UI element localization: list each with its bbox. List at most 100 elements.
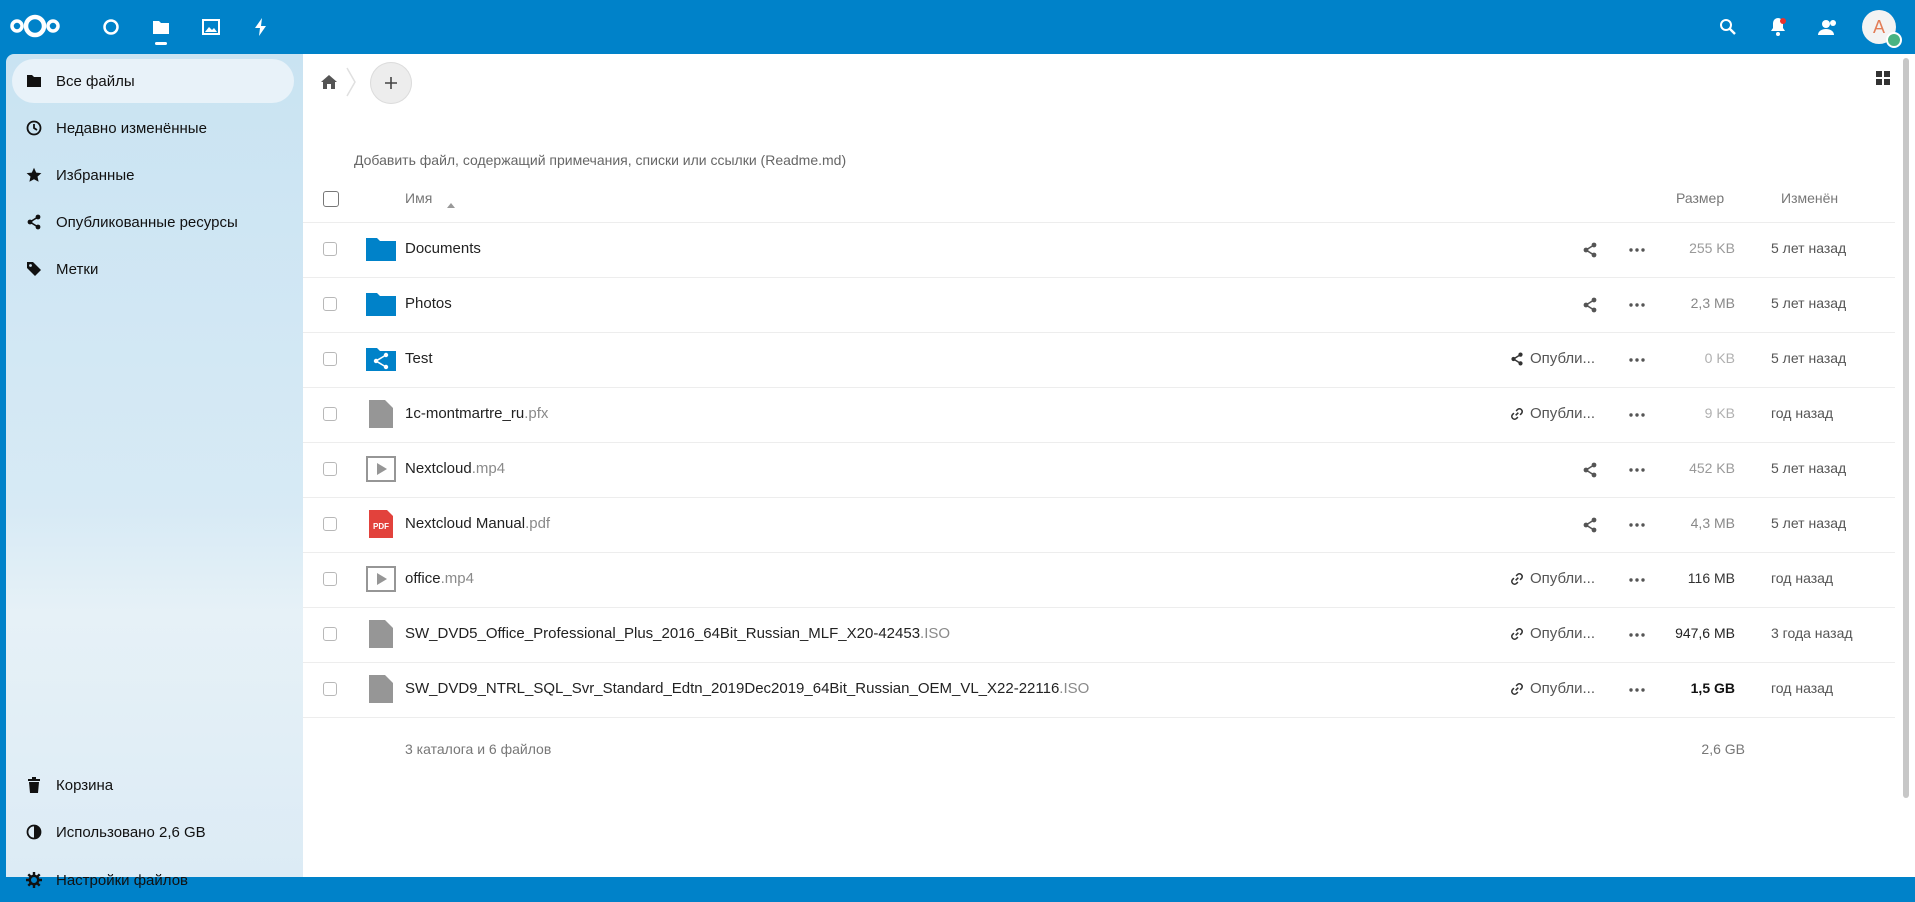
column-modified-header[interactable]: Изменён xyxy=(1781,190,1838,206)
sidebar-item-quota[interactable]: Использовано 2,6 GB xyxy=(12,810,294,854)
search-icon[interactable] xyxy=(1714,14,1742,40)
sidebar-item-label: Все файлы xyxy=(56,72,135,90)
sidebar-item-settings[interactable]: Настройки файлов xyxy=(12,858,294,902)
row-checkbox[interactable] xyxy=(323,627,337,641)
shared-status[interactable]: Опубли... xyxy=(1510,570,1595,587)
file-modified: год назад xyxy=(1771,570,1834,586)
more-actions-icon[interactable] xyxy=(1627,625,1647,645)
grid-view-toggle-icon[interactable] xyxy=(1873,68,1893,88)
share-icon xyxy=(12,214,56,230)
table-row[interactable]: Photos 2,3 MB 5 лет назад xyxy=(303,277,1895,333)
table-row[interactable]: Documents 255 KB 5 лет назад xyxy=(303,222,1895,278)
file-name[interactable]: Test xyxy=(405,350,433,367)
folder-icon xyxy=(366,293,396,316)
link-icon xyxy=(1511,682,1523,695)
column-size-header[interactable]: Размер xyxy=(1676,190,1724,206)
file-name[interactable]: Nextcloud.mp4 xyxy=(405,460,505,477)
row-checkbox[interactable] xyxy=(323,572,337,586)
shared-status[interactable]: Опубли... xyxy=(1510,625,1595,642)
file-name[interactable]: SW_DVD5_Office_Professional_Plus_2016_64… xyxy=(405,625,950,642)
sort-ascending-icon[interactable] xyxy=(447,195,455,213)
file-icon xyxy=(369,675,393,703)
file-size: 9 KB xyxy=(1704,405,1735,421)
sidebar-item-favorites[interactable]: Избранные xyxy=(12,153,294,197)
table-row[interactable]: SW_DVD5_Office_Professional_Plus_2016_64… xyxy=(303,607,1895,663)
more-actions-icon[interactable] xyxy=(1627,570,1647,590)
file-name[interactable]: Photos xyxy=(405,295,452,312)
file-icon xyxy=(369,620,393,648)
row-checkbox[interactable] xyxy=(323,407,337,421)
link-icon xyxy=(1511,572,1523,585)
share-icon[interactable] xyxy=(1582,242,1598,258)
video-file-icon xyxy=(366,456,396,482)
shared-status[interactable]: Опубли... xyxy=(1510,680,1595,697)
file-modified: 5 лет назад xyxy=(1771,295,1847,311)
more-actions-icon[interactable] xyxy=(1627,680,1647,700)
notifications-bell-icon[interactable] xyxy=(1764,14,1792,40)
row-checkbox[interactable] xyxy=(323,242,337,256)
app-photos-image-icon[interactable] xyxy=(196,14,226,40)
share-icon[interactable] xyxy=(1582,517,1598,533)
shared-folder-icon xyxy=(366,348,396,371)
scrollbar[interactable] xyxy=(1895,54,1915,877)
contacts-icon[interactable] xyxy=(1814,14,1842,40)
breadcrumb-home-icon[interactable] xyxy=(317,70,341,94)
more-actions-icon[interactable] xyxy=(1627,295,1647,315)
readme-hint[interactable]: Добавить файл, содержащий примечания, сп… xyxy=(354,152,846,168)
shared-status[interactable]: Опубли... xyxy=(1510,350,1595,367)
table-row[interactable]: Nextcloud.mp4 452 KB 5 лет назад xyxy=(303,442,1895,498)
file-name[interactable]: SW_DVD9_NTRL_SQL_Svr_Standard_Edtn_2019D… xyxy=(405,680,1089,697)
pdf-badge: PDF xyxy=(373,522,389,531)
column-name-header[interactable]: Имя xyxy=(405,190,432,206)
row-checkbox[interactable] xyxy=(323,462,337,476)
share-icon[interactable] xyxy=(1582,462,1598,478)
row-checkbox[interactable] xyxy=(323,517,337,531)
app-files-folder-icon[interactable] xyxy=(146,14,176,40)
file-size: 452 KB xyxy=(1689,460,1735,476)
active-app-indicator xyxy=(155,42,167,45)
nextcloud-logo-icon[interactable] xyxy=(10,12,60,45)
more-actions-icon[interactable] xyxy=(1627,350,1647,370)
app-dashboard-circle-icon[interactable] xyxy=(96,14,126,40)
more-actions-icon[interactable] xyxy=(1627,515,1647,535)
file-name[interactable]: Nextcloud Manual.pdf xyxy=(405,515,550,532)
link-icon xyxy=(1511,627,1523,640)
sidebar-item-all-files[interactable]: Все файлы xyxy=(12,59,294,103)
row-checkbox[interactable] xyxy=(323,352,337,366)
sidebar-item-tags[interactable]: Метки xyxy=(12,247,294,291)
online-status-dot xyxy=(1886,32,1902,48)
file-name[interactable]: Documents xyxy=(405,240,481,257)
scrollbar-thumb[interactable] xyxy=(1903,58,1909,798)
file-modified: 5 лет назад xyxy=(1771,515,1847,531)
table-row[interactable]: Test Опубли... 0 KB 5 лет назад xyxy=(303,332,1895,388)
select-all-checkbox[interactable] xyxy=(323,191,339,207)
more-actions-icon[interactable] xyxy=(1627,240,1647,260)
sidebar-item-shares[interactable]: Опубликованные ресурсы xyxy=(12,200,294,244)
share-icon[interactable] xyxy=(1582,297,1598,313)
row-checkbox[interactable] xyxy=(323,297,337,311)
app-activity-lightning-icon[interactable] xyxy=(246,14,276,40)
new-file-plus-button[interactable] xyxy=(370,62,412,104)
table-row[interactable]: office.mp4 Опубли... 116 MB год назад xyxy=(303,552,1895,608)
sidebar-item-label: Корзина xyxy=(56,776,114,794)
file-name[interactable]: office.mp4 xyxy=(405,570,474,587)
table-row[interactable]: SW_DVD9_NTRL_SQL_Svr_Standard_Edtn_2019D… xyxy=(303,662,1895,718)
table-row[interactable]: 1c-montmartre_ru.pfx Опубли... 9 KB год … xyxy=(303,387,1895,443)
file-name[interactable]: 1c-montmartre_ru.pfx xyxy=(405,405,548,422)
sidebar-item-label: Недавно изменённые xyxy=(56,119,207,137)
sidebar-item-label: Избранные xyxy=(56,166,135,184)
sidebar-item-recent[interactable]: Недавно изменённые xyxy=(12,106,294,150)
row-checkbox[interactable] xyxy=(323,682,337,696)
file-size: 1,5 GB xyxy=(1690,680,1735,696)
sidebar-item-trash[interactable]: Корзина xyxy=(12,763,294,807)
file-size: 947,6 MB xyxy=(1675,625,1735,641)
breadcrumb-separator-icon xyxy=(345,66,357,103)
gear-icon xyxy=(12,872,56,888)
sidebar-item-label: Использовано 2,6 GB xyxy=(56,823,206,841)
table-row[interactable]: PDF Nextcloud Manual.pdf 4,3 MB 5 лет на… xyxy=(303,497,1895,553)
folder-icon xyxy=(366,238,396,261)
file-modified: 5 лет назад xyxy=(1771,350,1847,366)
more-actions-icon[interactable] xyxy=(1627,460,1647,480)
more-actions-icon[interactable] xyxy=(1627,405,1647,425)
shared-status[interactable]: Опубли... xyxy=(1510,405,1595,422)
